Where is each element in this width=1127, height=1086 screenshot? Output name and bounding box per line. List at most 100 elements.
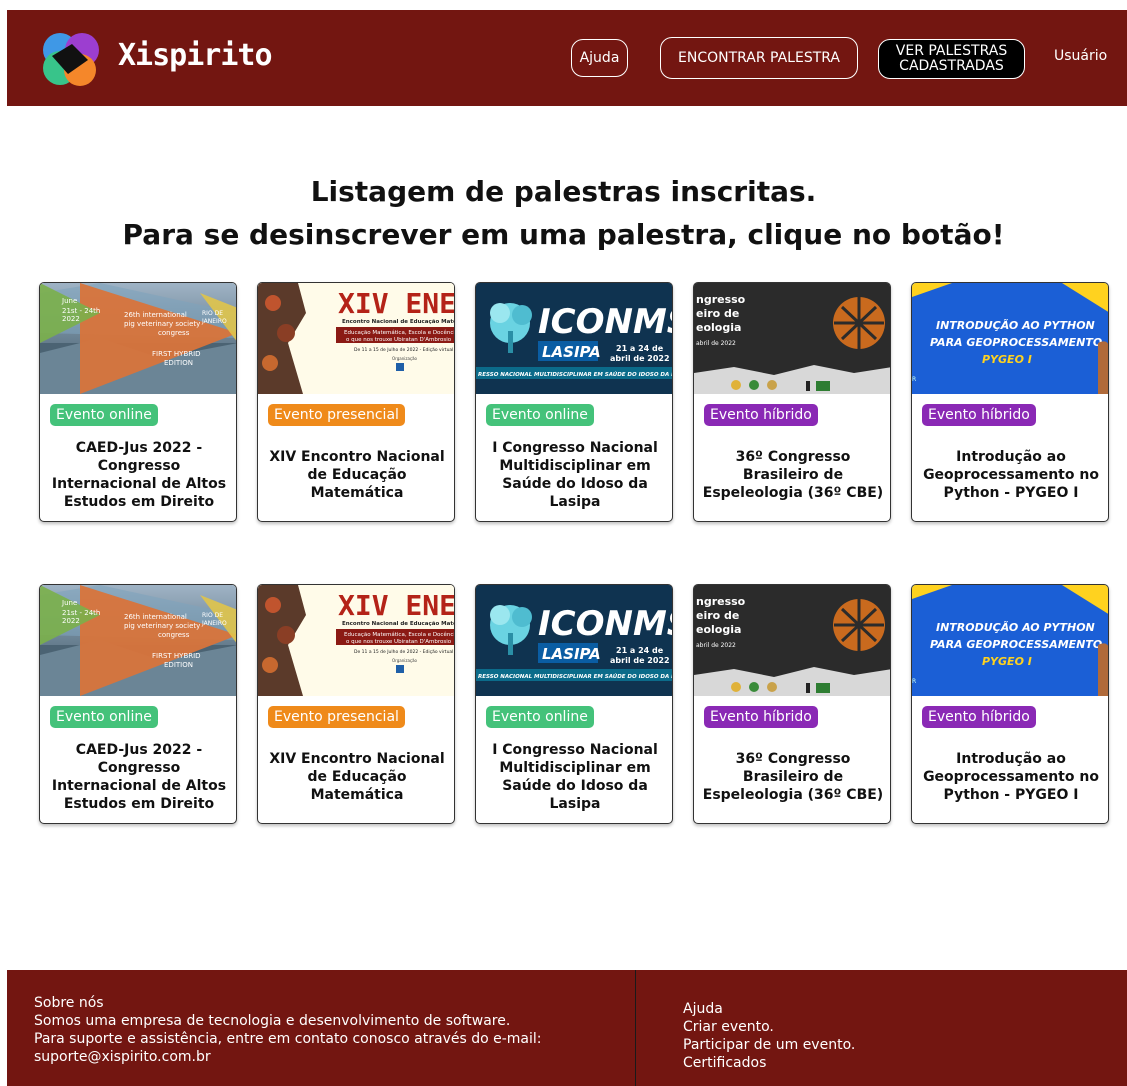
event-type-badge: Evento híbrido bbox=[922, 404, 1036, 426]
talk-thumbnail: XIV ENEM Encontro Nacional de Educação M… bbox=[258, 283, 455, 394]
svg-text:JANEIRO: JANEIRO bbox=[201, 620, 227, 627]
svg-text:Educação Matemática, Escola e: Educação Matemática, Escola e Docência: bbox=[344, 631, 455, 638]
top-navbar: Xispirito Ajuda ENCONTRAR PALESTRA VER P… bbox=[7, 10, 1127, 106]
footer-link-certificates[interactable]: Certificados bbox=[683, 1054, 855, 1072]
svg-text:FIRST HYBRID: FIRST HYBRID bbox=[152, 350, 201, 358]
svg-text:EDITION: EDITION bbox=[164, 661, 193, 669]
page-heading-line1: Listagem de palestras inscritas. bbox=[310, 175, 817, 208]
svg-text:o que nos trouxe Ubiratan D'Am: o que nos trouxe Ubiratan D'Ambrosio bbox=[346, 337, 452, 343]
footer: Sobre nós Somos uma empresa de tecnologi… bbox=[7, 970, 1127, 1086]
talk-title: Introdução ao Geoprocessamento no Python… bbox=[923, 449, 1099, 501]
svg-text:ngresso: ngresso bbox=[696, 595, 746, 608]
svg-text:abril de 2022: abril de 2022 bbox=[696, 340, 736, 347]
svg-text:PARA GEOPROCESSAMENTO: PARA GEOPROCESSAMENTO bbox=[930, 638, 1102, 651]
page-heading: Listagem de palestras inscritas. Para se… bbox=[0, 170, 1127, 256]
talk-title: CAED-Jus 2022 - Congresso Internacional … bbox=[51, 742, 227, 812]
svg-text:RESSO NACIONAL MULTIDISCIPLINA: RESSO NACIONAL MULTIDISCIPLINAR EM SAÚDE… bbox=[478, 673, 673, 680]
svg-text:Educação Matemática, Escola e: Educação Matemática, Escola e Docência: bbox=[344, 329, 455, 336]
svg-text:RIO DE: RIO DE bbox=[202, 612, 223, 619]
talk-thumbnail: XIV ENEM Encontro Nacional de Educação M… bbox=[258, 585, 455, 696]
event-type-badge: Evento híbrido bbox=[922, 706, 1036, 728]
footer-links: Ajuda Criar evento. Participar de um eve… bbox=[683, 1000, 855, 1072]
talk-card[interactable]: ngresso eiro de eologia abril de 2022 Ev… bbox=[693, 584, 891, 824]
talk-thumbnail: INTRODUÇÃO AO PYTHON PARA GEOPROCESSAMEN… bbox=[912, 585, 1108, 696]
brand-name[interactable]: Xispirito bbox=[118, 38, 273, 73]
svg-text:ICONMSI: ICONMSI bbox=[538, 604, 673, 644]
svg-text:PYGEO I: PYGEO I bbox=[982, 655, 1032, 668]
svg-text:pig veterinary society: pig veterinary society bbox=[124, 320, 200, 328]
svg-text:21st - 24th: 21st - 24th bbox=[62, 609, 100, 617]
svg-text:26th international: 26th international bbox=[124, 311, 187, 319]
svg-text:2022: 2022 bbox=[62, 617, 80, 625]
talk-thumbnail: June 21st - 24th 2022 26th international… bbox=[40, 283, 236, 394]
talk-title: CAED-Jus 2022 - Congresso Internacional … bbox=[51, 440, 227, 510]
svg-text:abril de 2022: abril de 2022 bbox=[610, 354, 670, 363]
talk-title: XIV Encontro Nacional de Educação Matemá… bbox=[269, 751, 445, 803]
user-menu-link[interactable]: Usuário bbox=[1054, 48, 1107, 64]
event-type-badge: Evento online bbox=[50, 404, 158, 426]
talk-thumbnail: ngresso eiro de eologia abril de 2022 bbox=[694, 283, 890, 394]
talk-card[interactable]: June 21st - 24th 2022 26th international… bbox=[39, 282, 237, 522]
talk-thumbnail: ngresso eiro de eologia abril de 2022 bbox=[694, 585, 890, 696]
talk-card[interactable]: June 21st - 24th 2022 26th international… bbox=[39, 584, 237, 824]
talk-card[interactable]: ICONMSI LASIPA 21 a 24 de abril de 2022 … bbox=[475, 282, 673, 522]
svg-text:Encontro Nacional de Educação: Encontro Nacional de Educação Matemá bbox=[342, 318, 455, 325]
help-button[interactable]: Ajuda bbox=[571, 39, 628, 77]
svg-text:21 a 24 de: 21 a 24 de bbox=[616, 344, 664, 353]
svg-text:R: R bbox=[912, 376, 916, 383]
svg-text:INTRODUÇÃO AO PYTHON: INTRODUÇÃO AO PYTHON bbox=[936, 319, 1095, 332]
talk-card[interactable]: ICONMSI LASIPA 21 a 24 de abril de 2022 … bbox=[475, 584, 673, 824]
svg-text:Organização: Organização bbox=[392, 658, 418, 663]
talk-title: 36º Congresso Brasileiro de Espeleologia… bbox=[702, 751, 884, 803]
svg-text:De 11 a 15 de Julho de 2022 -: De 11 a 15 de Julho de 2022 - Edição vir… bbox=[354, 347, 453, 353]
find-talk-button[interactable]: ENCONTRAR PALESTRA bbox=[660, 37, 858, 79]
talk-card[interactable]: ngresso eiro de eologia abril de 2022 Ev… bbox=[693, 282, 891, 522]
talk-card[interactable]: INTRODUÇÃO AO PYTHON PARA GEOPROCESSAMEN… bbox=[911, 282, 1109, 522]
svg-text:RIO DE: RIO DE bbox=[202, 310, 223, 317]
svg-text:Encontro Nacional de Educação: Encontro Nacional de Educação Matemá bbox=[342, 620, 455, 627]
footer-about-text: Somos uma empresa de tecnologia e desenv… bbox=[34, 1013, 511, 1029]
event-type-badge: Evento presencial bbox=[268, 706, 405, 728]
svg-text:June: June bbox=[61, 599, 77, 607]
footer-link-join-event[interactable]: Participar de um evento. bbox=[683, 1036, 855, 1054]
talk-thumbnail: ICONMSI LASIPA 21 a 24 de abril de 2022 … bbox=[476, 585, 673, 696]
footer-about: Sobre nós Somos uma empresa de tecnologi… bbox=[34, 994, 542, 1066]
svg-text:PARA GEOPROCESSAMENTO: PARA GEOPROCESSAMENTO bbox=[930, 336, 1102, 349]
footer-link-create-event[interactable]: Criar evento. bbox=[683, 1018, 855, 1036]
svg-text:LASIPA: LASIPA bbox=[542, 645, 601, 663]
talk-title: I Congresso Nacional Multidisciplinar em… bbox=[492, 742, 658, 812]
footer-divider bbox=[635, 970, 636, 1086]
svg-text:pig veterinary society: pig veterinary society bbox=[124, 622, 200, 630]
svg-text:Organização: Organização bbox=[392, 356, 418, 361]
svg-text:o que nos trouxe Ubiratan D'Am: o que nos trouxe Ubiratan D'Ambrosio bbox=[346, 639, 452, 645]
svg-text:eologia: eologia bbox=[696, 623, 741, 636]
view-registered-talks-label-line2: CADASTRADAS bbox=[899, 58, 1004, 74]
svg-text:XIV ENEM: XIV ENEM bbox=[338, 589, 455, 622]
footer-link-help[interactable]: Ajuda bbox=[683, 1000, 855, 1018]
event-type-badge: Evento híbrido bbox=[704, 706, 818, 728]
svg-text:INTRODUÇÃO AO PYTHON: INTRODUÇÃO AO PYTHON bbox=[936, 621, 1095, 634]
svg-text:XIV ENEM: XIV ENEM bbox=[338, 287, 455, 320]
svg-text:ngresso: ngresso bbox=[696, 293, 746, 306]
svg-text:eiro de: eiro de bbox=[696, 307, 739, 320]
talk-card[interactable]: XIV ENEM Encontro Nacional de Educação M… bbox=[257, 584, 455, 824]
svg-text:eologia: eologia bbox=[696, 321, 741, 334]
view-registered-talks-button[interactable]: VER PALESTRAS CADASTRADAS bbox=[878, 39, 1025, 79]
talk-title: I Congresso Nacional Multidisciplinar em… bbox=[492, 440, 658, 510]
xispirito-logo-icon[interactable] bbox=[38, 26, 104, 88]
talk-title: Introdução ao Geoprocessamento no Python… bbox=[923, 751, 1099, 803]
footer-about-title: Sobre nós bbox=[34, 995, 104, 1011]
talk-thumbnail: ICONMSI LASIPA 21 a 24 de abril de 2022 … bbox=[476, 283, 673, 394]
page-heading-line2: Para se desinscrever em uma palestra, cl… bbox=[122, 218, 1005, 251]
svg-text:JANEIRO: JANEIRO bbox=[201, 318, 227, 325]
svg-text:2022: 2022 bbox=[62, 315, 80, 323]
event-type-badge: Evento online bbox=[50, 706, 158, 728]
talk-card[interactable]: XIV ENEM Encontro Nacional de Educação M… bbox=[257, 282, 455, 522]
svg-text:PYGEO I: PYGEO I bbox=[982, 353, 1032, 366]
footer-support-email[interactable]: suporte@xispirito.com.br bbox=[34, 1048, 542, 1066]
svg-text:RESSO NACIONAL MULTIDISCIPLINA: RESSO NACIONAL MULTIDISCIPLINAR EM SAÚDE… bbox=[478, 371, 673, 378]
footer-support-text: Para suporte e assistência, entre em con… bbox=[34, 1031, 542, 1047]
svg-text:26th international: 26th international bbox=[124, 613, 187, 621]
svg-text:LASIPA: LASIPA bbox=[542, 343, 601, 361]
talk-card[interactable]: INTRODUÇÃO AO PYTHON PARA GEOPROCESSAMEN… bbox=[911, 584, 1109, 824]
